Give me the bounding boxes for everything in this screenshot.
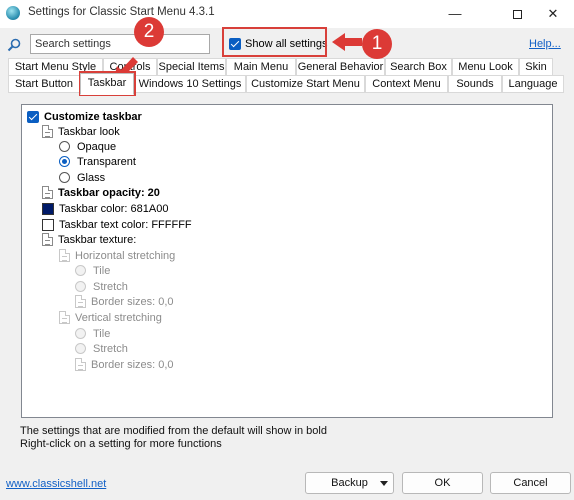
callout-number-1: 1 bbox=[362, 29, 392, 59]
vertical-stretching-label: Vertical stretching bbox=[75, 311, 162, 324]
tab-search-box[interactable]: Search Box bbox=[385, 58, 452, 76]
v-tile-label: Tile bbox=[93, 327, 111, 340]
tab-customize-start-menu[interactable]: Customize Start Menu bbox=[246, 75, 365, 93]
opaque-radio[interactable] bbox=[59, 141, 70, 152]
tab-main-menu[interactable]: Main Menu bbox=[226, 58, 296, 76]
tab-windows-10-settings[interactable]: Windows 10 Settings bbox=[134, 75, 246, 93]
transparent-option[interactable]: Transparent bbox=[59, 154, 136, 169]
opaque-label: Opaque bbox=[77, 140, 117, 153]
taskbar-color-label: Taskbar color: 681A00 bbox=[59, 202, 169, 215]
backup-label: Backup bbox=[331, 477, 368, 489]
customize-taskbar-checkbox[interactable] bbox=[27, 110, 39, 123]
v-border-sizes-label: Border sizes: 0,0 bbox=[91, 358, 174, 371]
maximize-icon bbox=[512, 10, 522, 20]
hint-text: The settings that are modified from the … bbox=[20, 425, 327, 451]
h-tile-radio bbox=[75, 265, 86, 276]
arrow-to-show-all bbox=[332, 33, 362, 51]
settings-tree-panel: Customize taskbar Taskbar look Opaque Tr… bbox=[21, 104, 553, 418]
backup-button[interactable]: Backup bbox=[305, 472, 394, 494]
tab-taskbar[interactable]: Taskbar bbox=[80, 73, 134, 95]
hint-line-2: Right-click on a setting for more functi… bbox=[20, 438, 222, 450]
glass-option[interactable]: Glass bbox=[59, 170, 105, 185]
callout-number-2: 2 bbox=[134, 17, 164, 47]
h-tile-label: Tile bbox=[93, 264, 111, 277]
taskbar-look-row[interactable]: Taskbar look bbox=[42, 124, 120, 139]
vertical-stretching-row: Vertical stretching bbox=[59, 310, 162, 325]
tab-language[interactable]: Language bbox=[502, 75, 564, 93]
v-stretch-radio bbox=[75, 343, 86, 354]
v-tile-radio bbox=[75, 328, 86, 339]
title-bar: Settings for Classic Start Menu 4.3.1 — … bbox=[0, 0, 574, 28]
window-title: Settings for Classic Start Menu 4.3.1 bbox=[28, 6, 215, 18]
taskbar-opacity-row[interactable]: Taskbar opacity: 20 bbox=[42, 185, 160, 200]
ok-button[interactable]: OK bbox=[402, 472, 483, 494]
help-link[interactable]: Help... bbox=[529, 38, 561, 50]
tab-skin[interactable]: Skin bbox=[519, 58, 553, 76]
setting-page-icon bbox=[59, 249, 70, 262]
setting-page-icon bbox=[42, 125, 53, 138]
taskbar-texture-label: Taskbar texture: bbox=[58, 233, 137, 246]
setting-page-icon bbox=[75, 295, 86, 308]
v-tile-option: Tile bbox=[75, 326, 110, 341]
setting-page-icon bbox=[42, 186, 53, 199]
tab-menu-look[interactable]: Menu Look bbox=[452, 58, 519, 76]
tab-special-items[interactable]: Special Items bbox=[157, 58, 226, 76]
glass-label: Glass bbox=[77, 171, 106, 184]
setting-page-icon bbox=[75, 358, 86, 371]
horizontal-stretching-row: Horizontal stretching bbox=[59, 248, 175, 263]
taskbar-text-color-row[interactable]: Taskbar text color: FFFFFF bbox=[42, 217, 192, 232]
cancel-button[interactable]: Cancel bbox=[490, 472, 571, 494]
v-border-sizes-row: Border sizes: 0,0 bbox=[75, 357, 174, 372]
tab-context-menu[interactable]: Context Menu bbox=[365, 75, 448, 93]
classicshell-website-link[interactable]: www.classicshell.net bbox=[6, 478, 106, 490]
opaque-option[interactable]: Opaque bbox=[59, 139, 116, 154]
dropdown-arrow-icon bbox=[380, 481, 388, 486]
taskbar-opacity-label: Taskbar opacity: 20 bbox=[58, 186, 160, 199]
transparent-label: Transparent bbox=[77, 155, 136, 168]
v-stretch-label: Stretch bbox=[93, 342, 128, 355]
minimize-button[interactable]: — bbox=[432, 0, 478, 28]
h-tile-option: Tile bbox=[75, 263, 110, 278]
v-stretch-option: Stretch bbox=[75, 341, 128, 356]
tab-general-behavior[interactable]: General Behavior bbox=[296, 58, 385, 76]
h-border-sizes-label: Border sizes: 0,0 bbox=[91, 295, 174, 308]
taskbar-text-color-label: Taskbar text color: FFFFFF bbox=[59, 218, 192, 231]
setting-page-icon bbox=[59, 311, 70, 324]
search-input[interactable] bbox=[30, 34, 210, 54]
h-stretch-option: Stretch bbox=[75, 279, 128, 294]
customize-taskbar-row[interactable]: Customize taskbar bbox=[27, 109, 142, 124]
h-stretch-radio bbox=[75, 281, 86, 292]
tab-sounds[interactable]: Sounds bbox=[448, 75, 502, 93]
search-icon bbox=[7, 38, 21, 52]
customize-taskbar-label: Customize taskbar bbox=[44, 110, 142, 123]
h-stretch-label: Stretch bbox=[93, 280, 128, 293]
taskbar-color-row[interactable]: Taskbar color: 681A00 bbox=[42, 201, 168, 216]
setting-page-icon bbox=[42, 233, 53, 246]
horizontal-stretching-label: Horizontal stretching bbox=[75, 249, 176, 262]
glass-radio[interactable] bbox=[59, 172, 70, 183]
taskbar-color-swatch bbox=[42, 202, 54, 215]
h-border-sizes-row: Border sizes: 0,0 bbox=[75, 294, 174, 309]
tab-start-button[interactable]: Start Button bbox=[8, 75, 80, 93]
close-button[interactable]: ✕ bbox=[530, 0, 574, 28]
taskbar-text-color-swatch bbox=[42, 218, 54, 231]
hint-line-1: The settings that are modified from the … bbox=[20, 425, 327, 437]
transparent-radio[interactable] bbox=[59, 156, 70, 167]
show-all-highlight-box bbox=[222, 27, 327, 57]
taskbar-texture-row[interactable]: Taskbar texture: bbox=[42, 232, 136, 247]
classic-shell-app-icon bbox=[6, 6, 20, 20]
taskbar-look-label: Taskbar look bbox=[58, 125, 120, 138]
